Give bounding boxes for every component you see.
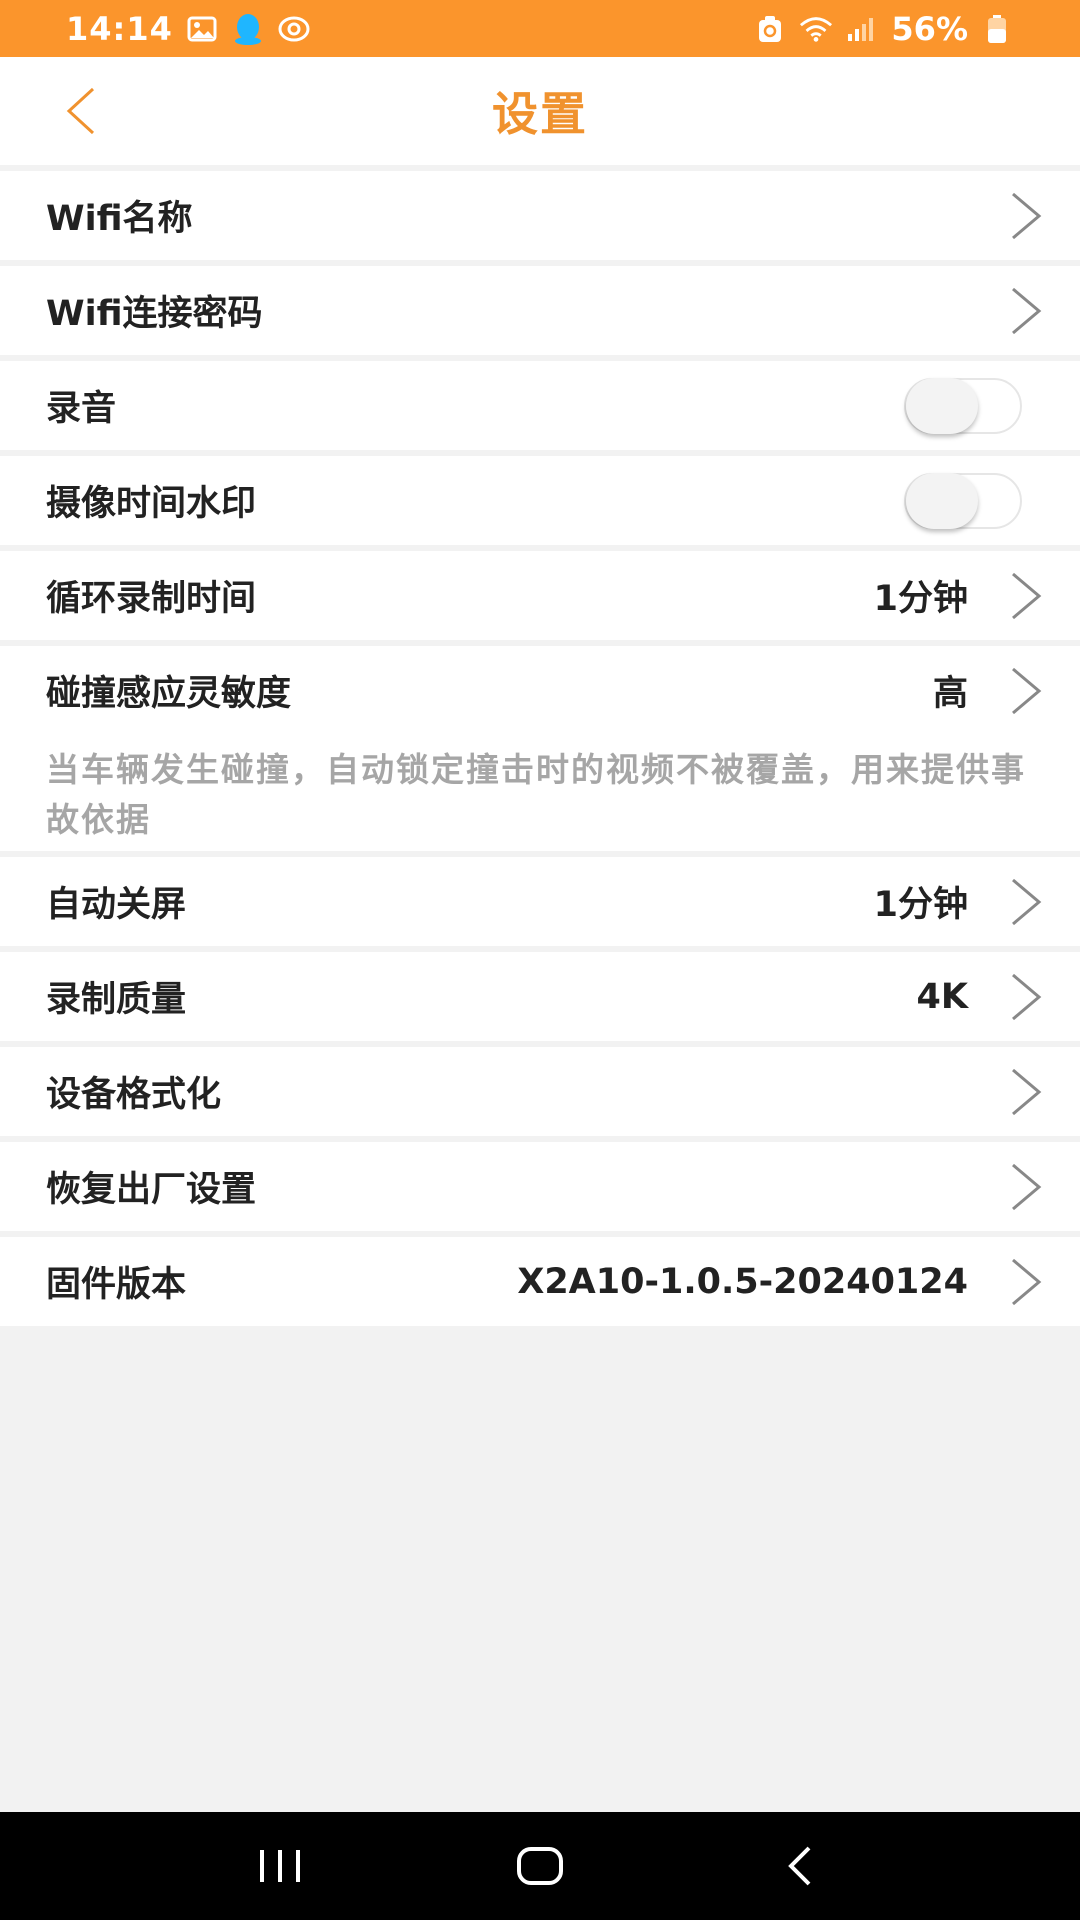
chevron-right-icon bbox=[1008, 284, 1044, 338]
setting-label: 自动关屏 bbox=[46, 885, 187, 925]
back-icon bbox=[788, 1846, 811, 1886]
wifi-icon bbox=[799, 12, 833, 46]
chevron-right-icon bbox=[1008, 189, 1044, 243]
setting-row-auto-screen-off[interactable]: 自动关屏 1分钟 bbox=[0, 857, 1080, 946]
setting-value: 4K bbox=[916, 976, 968, 1017]
setting-value: X2A10-1.0.5-20240124 bbox=[517, 1261, 968, 1302]
audio-recording-toggle[interactable] bbox=[904, 377, 1022, 434]
chevron-right-icon bbox=[1008, 875, 1044, 929]
status-bar: 14:14 56% bbox=[0, 0, 1080, 57]
setting-row-wifi-password[interactable]: Wifi连接密码 bbox=[0, 266, 1080, 355]
setting-row-loop-recording[interactable]: 循环录制时间 1分钟 bbox=[0, 551, 1080, 640]
setting-row-audio-recording: 录音 bbox=[0, 361, 1080, 450]
status-bar-right: 56% bbox=[753, 10, 1014, 48]
status-bar-left: 14:14 bbox=[66, 10, 311, 48]
sync-icon bbox=[753, 12, 787, 46]
signal-icon bbox=[845, 12, 879, 46]
toggle-knob bbox=[906, 377, 978, 434]
settings-list: Wifi名称 Wifi连接密码 录音 摄像时间水印 循环录制时间 1分钟 碰撞感… bbox=[0, 171, 1080, 1326]
setting-label: Wifi连接密码 bbox=[46, 294, 263, 334]
setting-row-time-watermark: 摄像时间水印 bbox=[0, 456, 1080, 545]
collision-sensitivity-main[interactable]: 碰撞感应灵敏度 高 bbox=[0, 646, 1080, 735]
setting-row-collision-sensitivity: 碰撞感应灵敏度 高 当车辆发生碰撞，自动锁定撞击时的视频不被覆盖，用来提供事故依… bbox=[0, 646, 1080, 851]
chevron-right-icon bbox=[1008, 1255, 1044, 1309]
setting-label: Wifi名称 bbox=[46, 199, 193, 239]
setting-label: 摄像时间水印 bbox=[46, 484, 257, 524]
toggle-knob bbox=[906, 472, 978, 529]
time-watermark-toggle[interactable] bbox=[904, 472, 1022, 529]
back-button[interactable] bbox=[50, 81, 110, 141]
status-time: 14:14 bbox=[66, 9, 173, 48]
setting-label: 设备格式化 bbox=[46, 1075, 222, 1115]
setting-row-wifi-name[interactable]: Wifi名称 bbox=[0, 171, 1080, 260]
chevron-left-icon bbox=[66, 87, 95, 135]
home-icon bbox=[517, 1847, 563, 1885]
setting-value: 高 bbox=[932, 674, 968, 714]
setting-value: 1分钟 bbox=[873, 885, 968, 925]
chevron-right-icon bbox=[1008, 970, 1044, 1024]
setting-row-firmware-version[interactable]: 固件版本 X2A10-1.0.5-20240124 bbox=[0, 1237, 1080, 1326]
chevron-right-icon bbox=[1008, 569, 1044, 623]
gallery-icon bbox=[185, 12, 219, 46]
setting-row-recording-quality[interactable]: 录制质量 4K bbox=[0, 952, 1080, 1041]
setting-row-factory-reset[interactable]: 恢复出厂设置 bbox=[0, 1142, 1080, 1231]
settings-screen: 14:14 56% 设置 Wifi名称 Wifi连接密码 录音 摄像时间水印 循… bbox=[0, 0, 1080, 1920]
setting-label: 录音 bbox=[46, 389, 117, 429]
recents-button[interactable] bbox=[240, 1826, 320, 1906]
page-title: 设置 bbox=[492, 87, 588, 141]
chevron-right-icon bbox=[1008, 1160, 1044, 1214]
chevron-right-icon bbox=[1008, 664, 1044, 718]
setting-label: 录制质量 bbox=[46, 980, 187, 1020]
system-nav-bar bbox=[0, 1812, 1080, 1920]
app-header: 设置 bbox=[0, 57, 1080, 165]
system-back-button[interactable] bbox=[760, 1826, 840, 1906]
recents-icon bbox=[260, 1850, 300, 1882]
battery-icon bbox=[980, 12, 1014, 46]
setting-label: 循环录制时间 bbox=[46, 579, 257, 619]
setting-label: 恢复出厂设置 bbox=[46, 1170, 257, 1210]
qq-icon bbox=[231, 12, 265, 46]
setting-value: 1分钟 bbox=[873, 579, 968, 619]
chevron-right-icon bbox=[1008, 1065, 1044, 1119]
setting-description: 当车辆发生碰撞，自动锁定撞击时的视频不被覆盖，用来提供事故依据 bbox=[46, 750, 1026, 839]
setting-label: 碰撞感应灵敏度 bbox=[46, 674, 292, 714]
setting-label: 固件版本 bbox=[46, 1265, 187, 1305]
eye-icon bbox=[277, 12, 311, 46]
home-button[interactable] bbox=[500, 1826, 580, 1906]
setting-row-format-device[interactable]: 设备格式化 bbox=[0, 1047, 1080, 1136]
battery-percent: 56% bbox=[891, 9, 968, 48]
